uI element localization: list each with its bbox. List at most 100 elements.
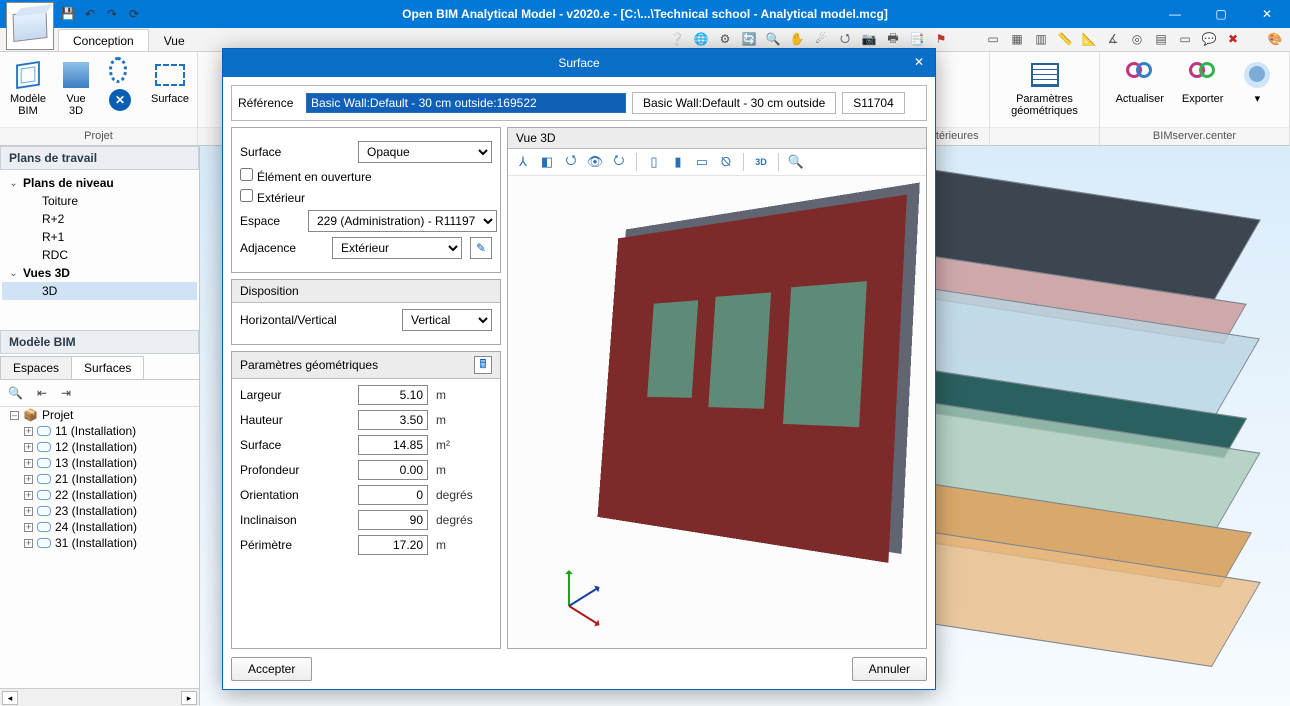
dialog-close-button[interactable]: ✕	[907, 51, 931, 73]
param-input[interactable]	[358, 385, 428, 405]
orbit2-icon[interactable]: ⭮	[610, 153, 628, 171]
bim-root[interactable]: –📦 Projet	[0, 407, 199, 423]
bim-item[interactable]: +22 (Installation)	[0, 487, 199, 503]
cube-icon[interactable]: ◧	[538, 153, 556, 171]
bim-item[interactable]: +11 (Installation)	[0, 423, 199, 439]
window-minimize-button[interactable]: —	[1152, 0, 1198, 28]
side-icon[interactable]: ▮	[669, 153, 687, 171]
orbit-icon[interactable]: ⭯	[562, 153, 580, 171]
dialog-3d-canvas[interactable]	[508, 176, 926, 648]
param-input[interactable]	[358, 510, 428, 530]
axis-icon[interactable]: ⅄	[514, 153, 532, 171]
hand-icon[interactable]: ✋	[788, 30, 806, 48]
refresh-icon[interactable]: ⟳	[126, 6, 142, 22]
snap-icon[interactable]: ▥	[1032, 30, 1050, 48]
param-input[interactable]	[358, 535, 428, 555]
element-ouverture-checkbox[interactable]	[240, 168, 253, 181]
expand-icon[interactable]: ⇥	[61, 386, 71, 400]
grid-icon[interactable]: ▦	[1008, 30, 1026, 48]
flag-icon[interactable]: ⚑	[932, 30, 950, 48]
espace-select[interactable]: 229 (Administration) - R11197	[308, 210, 497, 232]
undo-icon[interactable]: ↶	[82, 6, 98, 22]
camera-icon[interactable]: 📷	[860, 30, 878, 48]
tree-level-1[interactable]: R+2	[2, 210, 197, 228]
bim-item[interactable]: +24 (Installation)	[0, 519, 199, 535]
hide-icon[interactable]: ⦰	[717, 153, 735, 171]
scroll-left-icon[interactable]: ◂	[2, 691, 18, 705]
tab-vue[interactable]: Vue	[149, 29, 200, 51]
bim-item[interactable]: +21 (Installation)	[0, 471, 199, 487]
ribbon-exporter-button[interactable]: Exporter	[1175, 56, 1231, 108]
ribbon-user-button[interactable]: ▾	[1234, 56, 1280, 108]
redo-icon[interactable]: ↷	[104, 6, 120, 22]
ribbon-modele-bim-button[interactable]: Modèle BIM	[6, 56, 50, 120]
ribbon-config-icon[interactable]	[102, 58, 138, 82]
measure-icon[interactable]: 📏	[1056, 30, 1074, 48]
page-icon[interactable]: ▭	[1176, 30, 1194, 48]
surface-type-select[interactable]: Opaque	[358, 141, 492, 163]
fit-icon[interactable]: 🔍	[764, 30, 782, 48]
layers-icon[interactable]: 📑	[908, 30, 926, 48]
window-close-button[interactable]: ✕	[1244, 0, 1290, 28]
reload-icon[interactable]: 🔄	[740, 30, 758, 48]
tree-vue-0[interactable]: 3D	[2, 282, 197, 300]
cancel-icon[interactable]: ✖	[1224, 30, 1242, 48]
bim-item[interactable]: +13 (Installation)	[0, 455, 199, 471]
bim-hscrollbar[interactable]: ◂ ▸	[0, 688, 199, 706]
settings-icon[interactable]: ⚙	[716, 30, 734, 48]
ribbon-actualiser-button[interactable]: Actualiser	[1109, 56, 1171, 108]
param-input[interactable]	[358, 435, 428, 455]
section-icon[interactable]: ▤	[1152, 30, 1170, 48]
adjacence-select[interactable]: Extérieur	[332, 237, 462, 259]
color-icon[interactable]: 🎨	[1266, 30, 1284, 48]
bim-item[interactable]: +12 (Installation)	[0, 439, 199, 455]
tree-level-0[interactable]: Toiture	[2, 192, 197, 210]
accept-button[interactable]: Accepter	[231, 657, 312, 681]
edit-adjacence-icon[interactable]: ✎	[470, 237, 492, 259]
print-icon[interactable]: 🖶	[884, 30, 902, 48]
reference-input[interactable]	[306, 93, 626, 113]
ribbon-param-geo-button[interactable]: Paramètres géométriques	[1004, 56, 1085, 120]
collapse-icon[interactable]: ⇤	[37, 386, 47, 400]
eye-icon[interactable]: 👁	[586, 153, 604, 171]
bim-item[interactable]: +31 (Installation)	[0, 535, 199, 551]
bim-item[interactable]: +23 (Installation)	[0, 503, 199, 519]
zoom-icon[interactable]: 🔍	[787, 153, 805, 171]
save-icon[interactable]: 💾	[60, 6, 76, 22]
mode3d-icon[interactable]: 3D	[752, 153, 770, 171]
tab-conception[interactable]: Conception	[58, 29, 149, 51]
scroll-right-icon[interactable]: ▸	[181, 691, 197, 705]
top-icon[interactable]: ▭	[693, 153, 711, 171]
param-geo-calc-icon[interactable]: 🖩	[474, 356, 492, 374]
tree-vues3d[interactable]: ⌄Vues 3D	[2, 264, 197, 282]
window-maximize-button[interactable]: ▢	[1198, 0, 1244, 28]
param-input[interactable]	[358, 410, 428, 430]
pan-icon[interactable]: ☄	[812, 30, 830, 48]
tree-plans-niveau[interactable]: ⌄Plans de niveau	[2, 174, 197, 192]
orbit-icon[interactable]: ⭯	[836, 30, 854, 48]
help-icon[interactable]: ❔	[668, 30, 686, 48]
tree-level-2[interactable]: R+1	[2, 228, 197, 246]
tree-level-3[interactable]: RDC	[2, 246, 197, 264]
subtab-espaces[interactable]: Espaces	[0, 356, 72, 379]
hv-select[interactable]: Vertical	[402, 309, 492, 331]
ribbon-surface-label: Surface	[151, 93, 189, 105]
cancel-button[interactable]: Annuler	[852, 657, 927, 681]
ribbon-delete-icon[interactable]: ✕	[102, 86, 138, 114]
subtab-surfaces[interactable]: Surfaces	[71, 356, 144, 379]
axes-icon[interactable]: ∡	[1104, 30, 1122, 48]
ruler-icon[interactable]: 📐	[1080, 30, 1098, 48]
param-input[interactable]	[358, 485, 428, 505]
search-icon[interactable]: 🔍	[8, 386, 23, 400]
dialog-titlebar[interactable]: Surface ✕	[223, 49, 935, 77]
exterieur-checkbox[interactable]	[240, 189, 253, 202]
window-icon[interactable]: ▭	[984, 30, 1002, 48]
param-input[interactable]	[358, 460, 428, 480]
ribbon-vue3d-button[interactable]: Vue 3D	[54, 56, 98, 120]
globe-icon[interactable]: 🌐	[692, 30, 710, 48]
ribbon-surface-button[interactable]: Surface	[148, 56, 192, 108]
chat-icon[interactable]: 💬	[1200, 30, 1218, 48]
dialog-title: Surface	[558, 56, 599, 70]
target-icon[interactable]: ◎	[1128, 30, 1146, 48]
front-icon[interactable]: ▯	[645, 153, 663, 171]
